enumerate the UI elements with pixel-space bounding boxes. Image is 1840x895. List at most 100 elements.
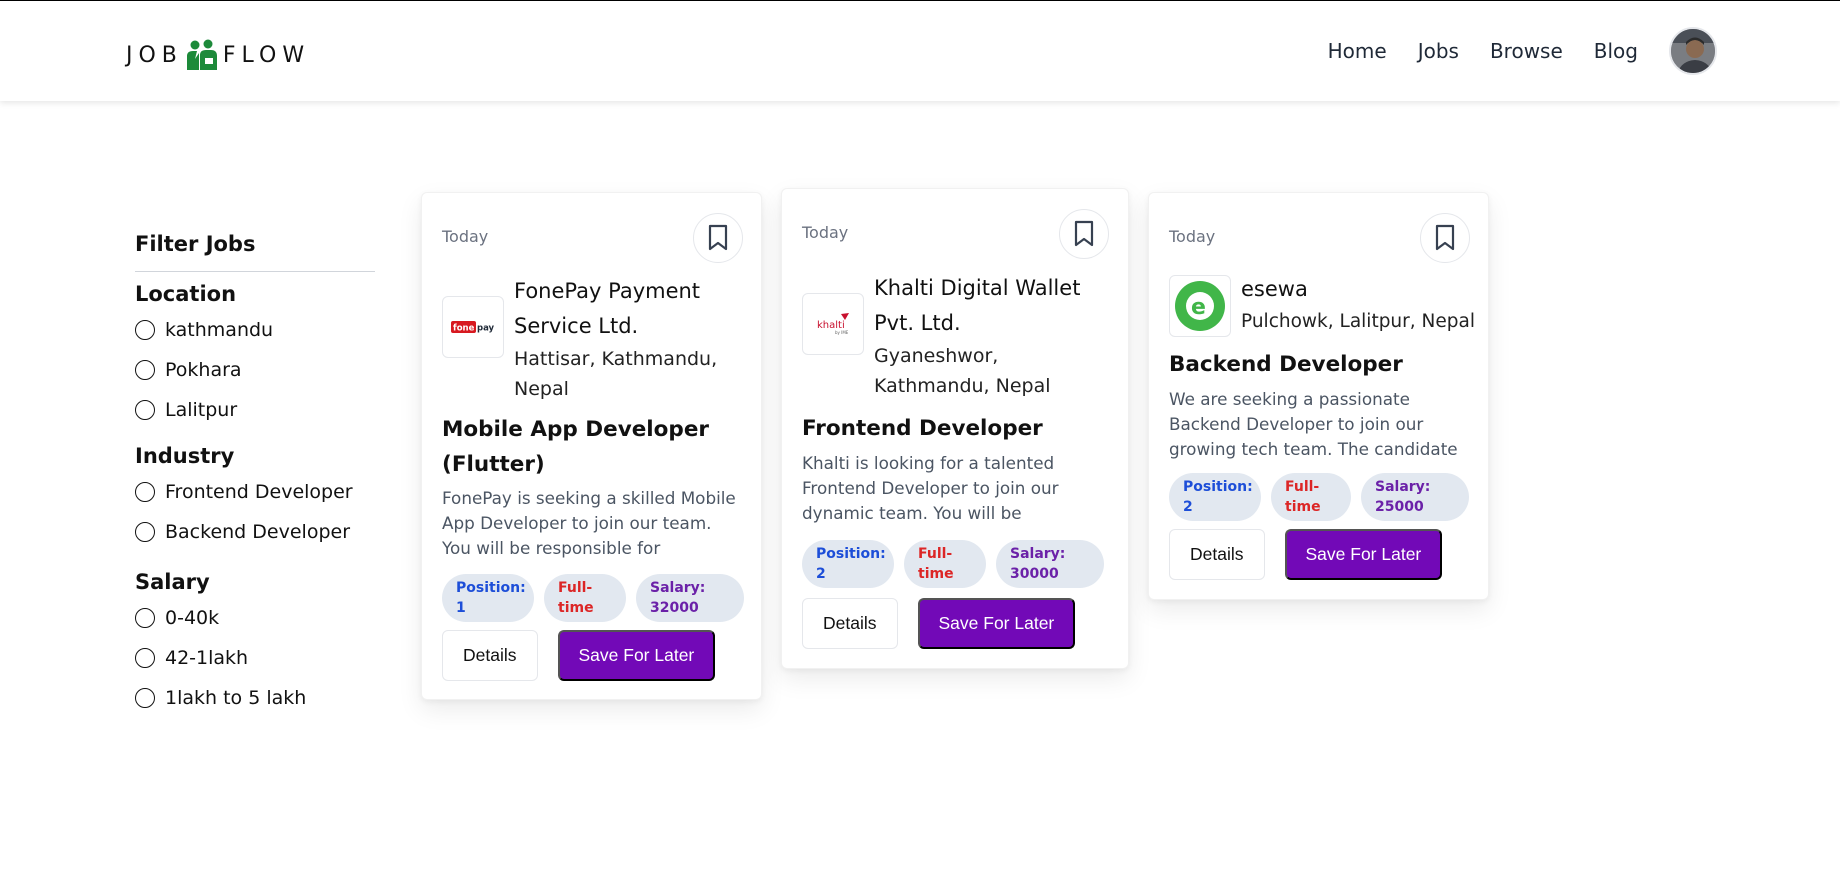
filter-option-label: kathmandu <box>165 319 274 341</box>
filter-group-title: Industry <box>135 444 235 468</box>
filter-option-label: 1lakh to 5 lakh <box>165 687 307 709</box>
save-for-later-button[interactable]: Save For Later <box>1284 529 1443 580</box>
radio-button[interactable] <box>135 320 155 340</box>
salary-badge: Salary: 32000 <box>636 574 744 622</box>
bookmark-button[interactable] <box>693 213 743 263</box>
company-name: esewa <box>1241 277 1308 301</box>
nav-blog[interactable]: Blog <box>1594 27 1638 75</box>
job-type-badge: Full-time <box>904 540 986 588</box>
company-name: FonePay Payment Service Ltd. <box>514 279 701 338</box>
radio-button[interactable] <box>135 648 155 668</box>
job-card: Today khalti by IME Khalti Digital Walle… <box>781 188 1129 669</box>
filter-option-kathmandu[interactable]: kathmandu <box>135 310 375 350</box>
filter-group-salary: Salary 0-40k 42-1lakh 1lakh to 5 lakh <box>135 566 375 718</box>
job-badges: Position: 1 Full-time Salary: 32000 <box>442 574 744 622</box>
details-button[interactable]: Details <box>442 630 538 681</box>
company-location: Gyaneshwor, Kathmandu, Nepal <box>874 345 1051 397</box>
brand-logo[interactable]: JOB FLOW <box>126 39 310 71</box>
job-type-badge: Full-time <box>1271 473 1351 521</box>
salary-badge: Salary: 25000 <box>1361 473 1469 521</box>
nav-home[interactable]: Home <box>1328 27 1387 75</box>
company-block: khalti by IME Khalti Digital Wallet Pvt.… <box>802 271 1114 401</box>
radio-button[interactable] <box>135 400 155 420</box>
nav-jobs[interactable]: Jobs <box>1418 27 1459 75</box>
salary-badge: Salary: 30000 <box>996 540 1104 588</box>
bookmark-icon <box>708 224 728 251</box>
company-block: e esewa Pulchowk, Lalitpur, Nepal <box>1169 275 1481 337</box>
filter-option-0-40k[interactable]: 0-40k <box>135 598 375 638</box>
bookmark-icon <box>1074 220 1094 247</box>
filter-group-title: Salary <box>135 570 210 594</box>
position-badge: Position: 2 <box>1169 473 1261 521</box>
radio-button[interactable] <box>135 482 155 502</box>
filter-group-title: Location <box>135 282 237 306</box>
brand-right-text: FLOW <box>222 42 311 68</box>
people-logo-icon <box>186 39 217 70</box>
nav-browse[interactable]: Browse <box>1490 27 1563 75</box>
filter-option-pokhara[interactable]: Pokhara <box>135 350 375 390</box>
filter-option-label: Backend Developer <box>165 521 350 543</box>
radio-button[interactable] <box>135 688 155 708</box>
job-description: We are seeking a passionate Backend Deve… <box>1169 389 1458 459</box>
svg-text:pay: pay <box>477 324 495 334</box>
company-block: fone pay FonePay Payment Service Ltd. Ha… <box>442 274 744 404</box>
filter-group-industry: Industry Frontend Developer Backend Deve… <box>135 440 375 552</box>
filter-group-location: Location kathmandu Pokhara Lalitpur <box>135 278 375 430</box>
job-title: Backend Developer <box>1169 352 1403 377</box>
details-button[interactable]: Details <box>1169 529 1265 580</box>
navbar: JOB FLOW Home Jobs Browse Blog <box>0 1 1840 101</box>
job-card: Today e esewa Pulchowk, Lalitpur, Nepal … <box>1148 192 1489 600</box>
filter-option-frontend[interactable]: Frontend Developer <box>135 472 375 512</box>
radio-button[interactable] <box>135 608 155 628</box>
job-description: Khalti is looking for a talented Fronten… <box>802 453 1059 523</box>
posted-date: Today <box>442 227 489 246</box>
card-actions: Details Save For Later <box>1169 529 1443 580</box>
filter-option-42-1lakh[interactable]: 42-1lakh <box>135 638 375 678</box>
job-description: FonePay is seeking a skilled Mobile App … <box>442 488 736 558</box>
job-badges: Position: 2 Full-time Salary: 30000 <box>802 540 1104 588</box>
card-actions: Details Save For Later <box>802 598 1076 649</box>
bookmark-button[interactable] <box>1059 209 1109 259</box>
filter-panel: Filter Jobs Location kathmandu Pokhara L… <box>135 232 375 718</box>
card-actions: Details Save For Later <box>442 630 716 681</box>
fonepay-logo-text: fone <box>453 324 475 334</box>
esewa-logo-icon: e <box>1175 281 1225 331</box>
filter-option-backend[interactable]: Backend Developer <box>135 512 375 552</box>
svg-text:by IME: by IME <box>835 330 849 335</box>
position-badge: Position: 1 <box>442 574 534 622</box>
filter-title: Filter Jobs <box>135 232 256 256</box>
filter-option-lalitpur[interactable]: Lalitpur <box>135 390 375 430</box>
company-location: Pulchowk, Lalitpur, Nepal <box>1241 311 1475 332</box>
bookmark-icon <box>1435 224 1455 251</box>
avatar-photo-icon <box>1671 29 1715 73</box>
filter-option-1lakh-5lakh[interactable]: 1lakh to 5 lakh <box>135 678 375 718</box>
main-nav: Home Jobs Browse Blog <box>1328 27 1717 75</box>
posted-date: Today <box>1169 227 1216 246</box>
save-for-later-button[interactable]: Save For Later <box>557 630 716 681</box>
radio-button[interactable] <box>135 522 155 542</box>
filter-option-label: Pokhara <box>165 359 242 381</box>
radio-button[interactable] <box>135 360 155 380</box>
company-logo: fone pay <box>442 296 504 358</box>
user-avatar[interactable] <box>1669 27 1717 75</box>
job-title: Mobile App Developer (Flutter) <box>442 417 710 477</box>
company-location: Hattisar, Kathmandu, Nepal <box>514 348 718 400</box>
posted-date: Today <box>802 223 849 242</box>
save-for-later-button[interactable]: Save For Later <box>917 598 1076 649</box>
bookmark-button[interactable] <box>1420 213 1470 263</box>
job-card: Today fone pay FonePay Payment Service L… <box>421 192 762 700</box>
filter-option-label: 42-1lakh <box>165 647 249 669</box>
company-name: Khalti Digital Wallet Pvt. Ltd. <box>874 276 1081 335</box>
filter-option-label: Lalitpur <box>165 399 238 421</box>
company-logo: khalti by IME <box>802 293 864 355</box>
job-title: Frontend Developer <box>802 416 1043 441</box>
job-type-badge: Full-time <box>544 574 626 622</box>
filter-divider <box>135 271 375 272</box>
fonepay-logo-icon: fone pay <box>451 321 495 334</box>
khalti-logo-icon: khalti by IME <box>817 313 849 335</box>
company-logo: e <box>1169 275 1231 337</box>
details-button[interactable]: Details <box>802 598 898 649</box>
position-badge: Position: 2 <box>802 540 894 588</box>
company-info: FonePay Payment Service Ltd. Hattisar, K… <box>514 274 744 404</box>
filter-option-label: Frontend Developer <box>165 481 353 503</box>
